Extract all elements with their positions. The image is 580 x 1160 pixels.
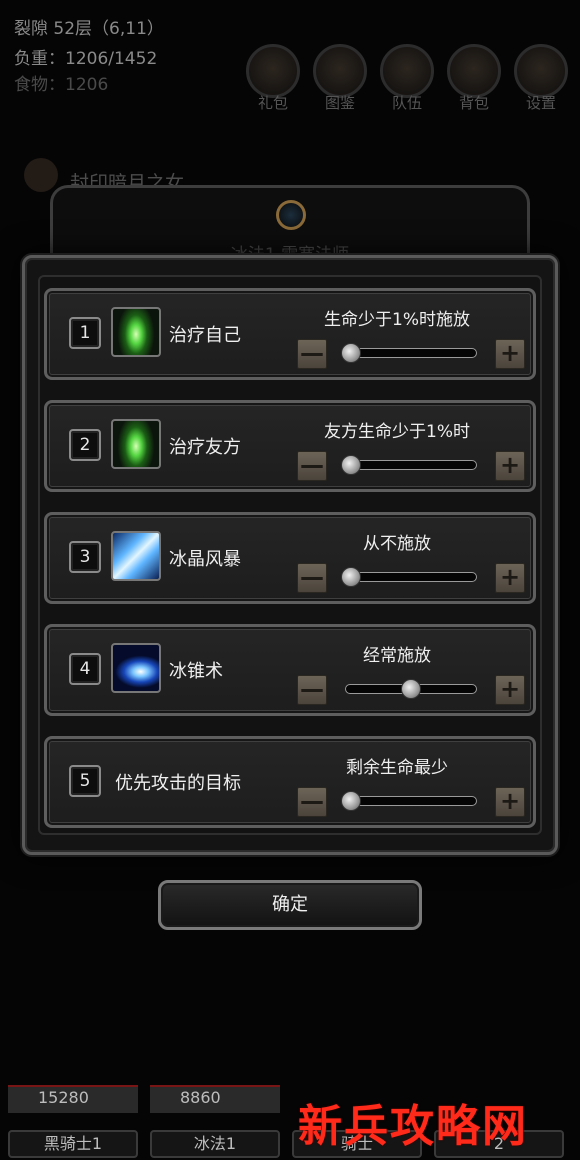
codex-label: 图鉴 bbox=[324, 94, 355, 112]
target-priority-row: 5 优先攻击的目标 剩余生命最少 — + bbox=[44, 736, 536, 828]
decrease-button[interactable]: — bbox=[297, 339, 327, 369]
slider-knob[interactable] bbox=[341, 343, 361, 363]
skill-row-4: 4 冰锥术 经常施放 — + bbox=[44, 624, 536, 716]
food-text: 食物：1206 bbox=[14, 75, 109, 95]
settings-button[interactable] bbox=[514, 44, 568, 98]
watermark: 新兵攻略网 bbox=[298, 1101, 528, 1152]
condition-label: 剩余生命最少 bbox=[346, 758, 448, 778]
increase-button[interactable]: + bbox=[495, 451, 525, 481]
location-text: 裂隙 52层（6,11） bbox=[14, 19, 164, 39]
party-hp: 8860 bbox=[180, 1088, 221, 1107]
condition-label: 友方生命少于1%时 bbox=[324, 422, 470, 442]
skill-name: 优先攻击的目标 bbox=[115, 773, 241, 794]
load-text: 负重：1206/1452 bbox=[14, 49, 158, 69]
party-name[interactable]: 黑骑士1 bbox=[8, 1130, 138, 1158]
increase-button[interactable]: + bbox=[495, 787, 525, 817]
row-index: 5 bbox=[69, 765, 101, 797]
slider-knob[interactable] bbox=[401, 679, 421, 699]
row-index: 1 bbox=[69, 317, 101, 349]
row-index: 3 bbox=[69, 541, 101, 573]
skill-name: 治疗友方 bbox=[169, 437, 241, 458]
slider-knob[interactable] bbox=[341, 567, 361, 587]
slider-knob[interactable] bbox=[341, 791, 361, 811]
confirm-button[interactable]: 确定 bbox=[158, 880, 422, 930]
bag-button[interactable] bbox=[447, 44, 501, 98]
party-name[interactable]: 冰法1 bbox=[150, 1130, 280, 1158]
skill-row-3: 3 冰晶风暴 从不施放 — + bbox=[44, 512, 536, 604]
gift-button[interactable] bbox=[246, 44, 300, 98]
condition-label: 经常施放 bbox=[363, 646, 431, 666]
skill-name: 冰锥术 bbox=[169, 661, 223, 682]
skill-row-2: 2 治疗友方 友方生命少于1%时 — + bbox=[44, 400, 536, 492]
team-button[interactable] bbox=[380, 44, 434, 98]
increase-button[interactable]: + bbox=[495, 339, 525, 369]
row-index: 4 bbox=[69, 653, 101, 685]
row-index: 2 bbox=[69, 429, 101, 461]
gift-label: 礼包 bbox=[257, 94, 288, 112]
ice-storm-icon bbox=[111, 531, 161, 581]
quest-icon bbox=[24, 158, 58, 192]
settings-label: 设置 bbox=[525, 94, 556, 112]
party-hp: 15280 bbox=[38, 1088, 89, 1107]
condition-slider[interactable] bbox=[345, 460, 477, 470]
slider-knob[interactable] bbox=[341, 455, 361, 475]
heal-self-icon bbox=[111, 307, 161, 357]
increase-button[interactable]: + bbox=[495, 675, 525, 705]
bag-label: 背包 bbox=[458, 94, 489, 112]
condition-slider[interactable] bbox=[345, 796, 477, 806]
team-label: 队伍 bbox=[391, 94, 422, 112]
decrease-button[interactable]: — bbox=[297, 451, 327, 481]
condition-label: 生命少于1%时施放 bbox=[324, 310, 470, 330]
condition-label: 从不施放 bbox=[363, 534, 431, 554]
gem-ornament-icon bbox=[276, 200, 306, 230]
increase-button[interactable]: + bbox=[495, 563, 525, 593]
decrease-button[interactable]: — bbox=[297, 563, 327, 593]
codex-button[interactable] bbox=[313, 44, 367, 98]
condition-slider[interactable] bbox=[345, 348, 477, 358]
skill-name: 冰晶风暴 bbox=[169, 549, 241, 570]
condition-slider[interactable] bbox=[345, 572, 477, 582]
heal-ally-icon bbox=[111, 419, 161, 469]
ice-cone-icon bbox=[111, 643, 161, 693]
skill-row-1: 1 治疗自己 生命少于1%时施放 — + bbox=[44, 288, 536, 380]
decrease-button[interactable]: — bbox=[297, 787, 327, 817]
decrease-button[interactable]: — bbox=[297, 675, 327, 705]
skill-name: 治疗自己 bbox=[169, 325, 241, 346]
